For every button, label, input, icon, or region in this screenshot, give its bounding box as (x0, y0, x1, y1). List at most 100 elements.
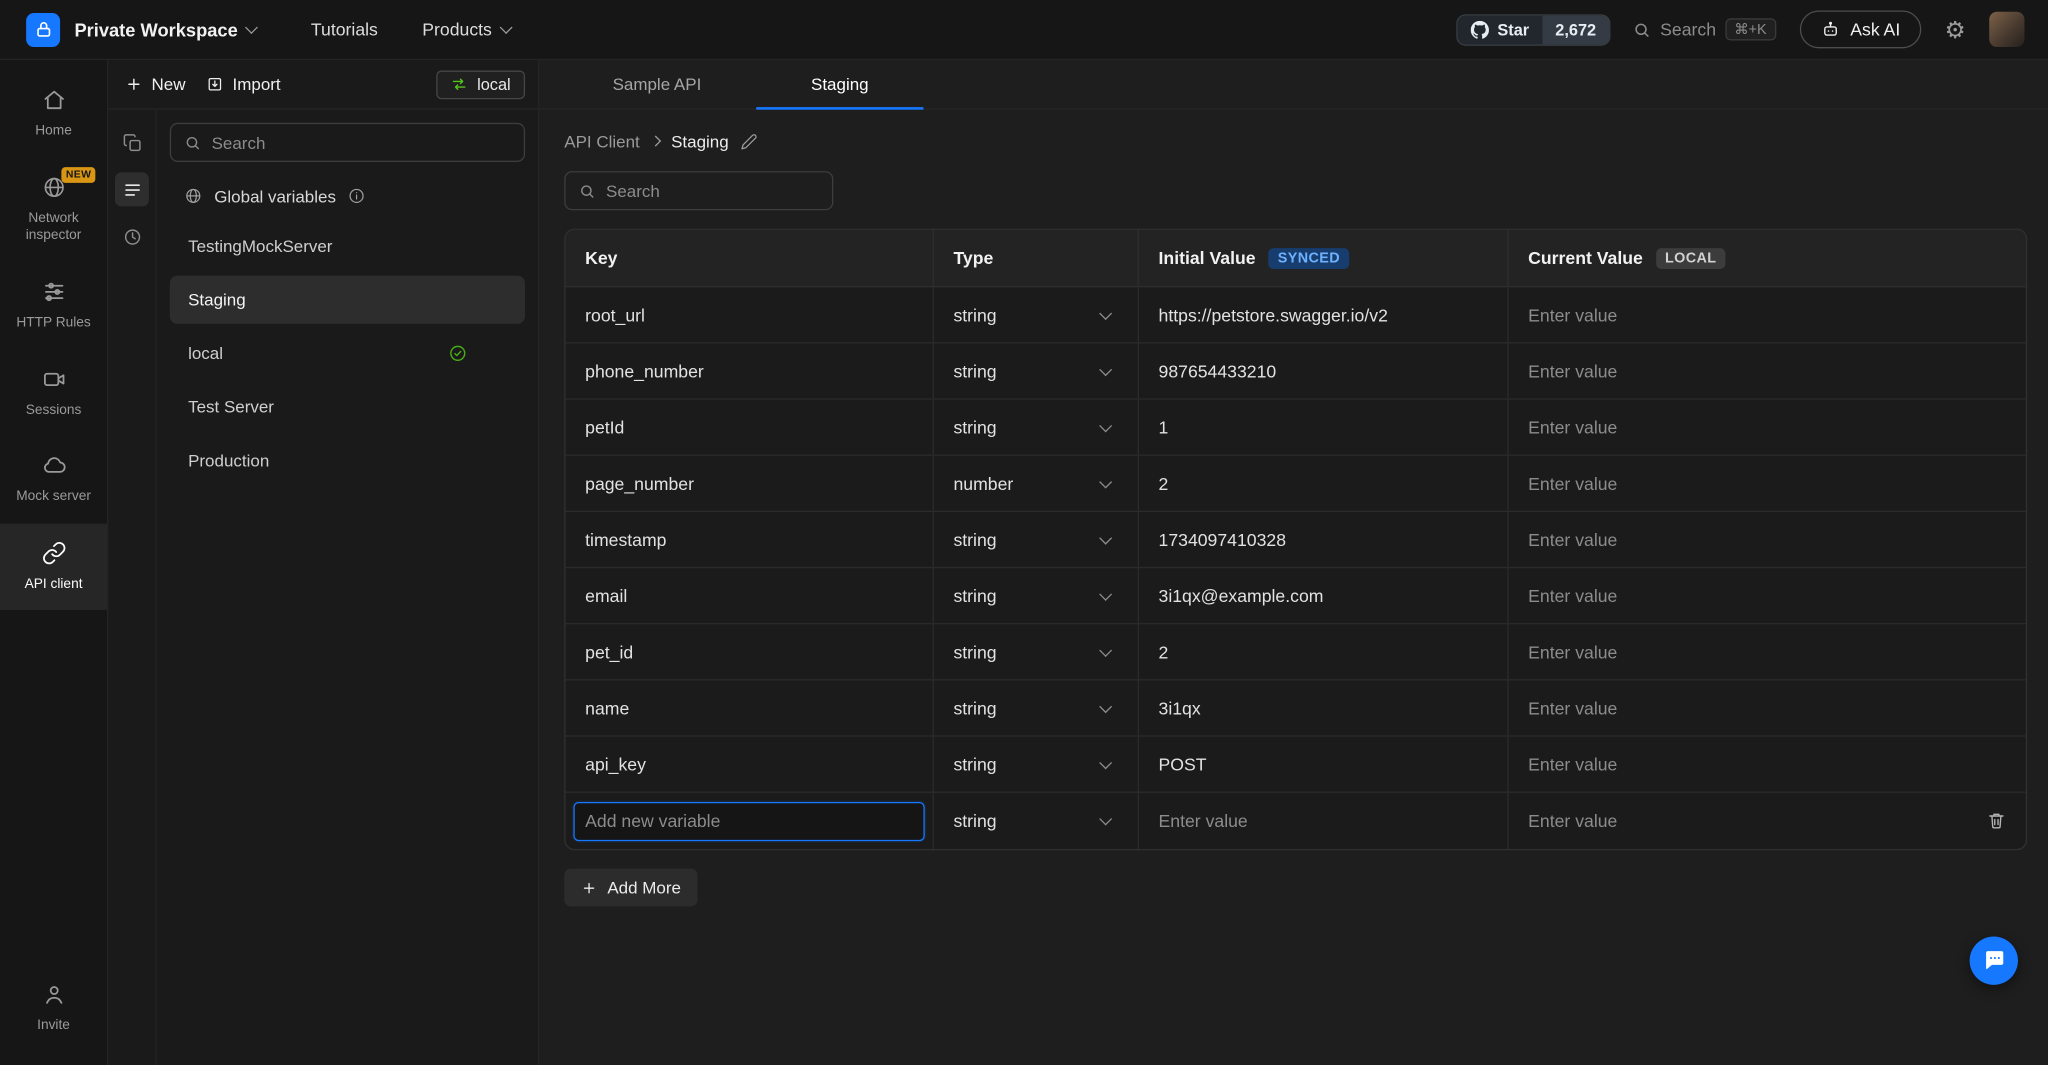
edit-pencil-icon[interactable] (740, 133, 757, 150)
chevron-down-icon (1099, 531, 1112, 544)
plus-icon (125, 76, 142, 93)
key-input[interactable] (585, 473, 913, 493)
sidebar-item-http-rules[interactable]: HTTP Rules (0, 262, 107, 349)
current-value-input[interactable] (1528, 811, 1971, 831)
type-dropdown[interactable]: string (934, 287, 1139, 342)
chevron-down-icon (499, 21, 512, 34)
new-badge: NEW (62, 167, 95, 183)
environments-tab-icon[interactable] (115, 172, 149, 206)
sidebar-item-label: HTTP Rules (16, 315, 90, 333)
tab-label: Staging (811, 74, 869, 94)
chevron-down-icon (1099, 587, 1112, 600)
initial-value-input[interactable] (1159, 642, 1488, 662)
history-tab-icon[interactable] (115, 219, 149, 253)
new-variable-key-input[interactable] (585, 811, 913, 831)
current-value-input[interactable] (1528, 530, 2006, 550)
initial-value-input[interactable] (1159, 361, 1488, 381)
info-icon (348, 187, 366, 205)
chevron-down-icon (1099, 700, 1112, 713)
ask-ai-button[interactable]: Ask AI (1799, 10, 1921, 48)
panel-search[interactable] (170, 123, 525, 162)
initial-value-input[interactable] (1159, 305, 1488, 325)
user-avatar[interactable] (1989, 12, 2024, 47)
global-search[interactable]: Search ⌘+K (1633, 18, 1776, 40)
environment-switcher-button[interactable]: local (437, 70, 525, 99)
initial-value-input[interactable] (1159, 417, 1488, 437)
global-variables-item[interactable]: Global variables (170, 172, 525, 219)
variables-search[interactable] (564, 171, 833, 210)
initial-value-input[interactable] (1159, 530, 1488, 550)
initial-value-input[interactable] (1159, 754, 1488, 774)
type-value: string (953, 642, 996, 662)
key-input[interactable] (585, 754, 913, 774)
current-value-input[interactable] (1528, 754, 2006, 774)
sidebar-item-sessions[interactable]: Sessions (0, 349, 107, 436)
type-dropdown[interactable]: string (934, 793, 1139, 849)
search-label: Search (1660, 20, 1716, 40)
collections-tab-icon[interactable] (115, 125, 149, 159)
panel-search-input[interactable] (212, 133, 511, 153)
variables-search-input[interactable] (606, 181, 819, 201)
type-dropdown[interactable]: string (934, 512, 1139, 567)
topbar: Private Workspace Tutorials Products Sta… (0, 0, 2048, 60)
workspace-selector[interactable]: Private Workspace (74, 19, 256, 40)
robot-icon (1820, 20, 1840, 40)
github-star-widget[interactable]: Star 2,672 (1458, 15, 1609, 44)
breadcrumb-parent[interactable]: API Client (564, 131, 640, 151)
sidebar-item-mock-server[interactable]: Mock server (0, 437, 107, 524)
initial-value-input[interactable] (1159, 811, 1488, 831)
app-logo[interactable] (26, 12, 60, 46)
initial-value-input[interactable] (1159, 698, 1488, 718)
sidebar-item-network-inspector[interactable]: NEW Network inspector (0, 158, 107, 263)
key-input[interactable] (585, 698, 913, 718)
key-input[interactable] (585, 530, 913, 550)
current-value-input[interactable] (1528, 642, 2006, 662)
environment-switcher-label: local (477, 75, 511, 93)
type-dropdown[interactable]: string (934, 737, 1139, 792)
current-value-input[interactable] (1528, 417, 2006, 437)
sidebar-item-label: Invite (37, 1017, 70, 1035)
type-dropdown[interactable]: number (934, 456, 1139, 511)
globe-icon (184, 187, 202, 205)
environment-item-local[interactable]: local (170, 329, 525, 377)
tab-staging[interactable]: Staging (756, 60, 923, 108)
key-input[interactable] (585, 417, 913, 437)
current-value-input[interactable] (1528, 361, 2006, 381)
current-value-input[interactable] (1528, 586, 2006, 606)
chat-support-button[interactable] (1970, 936, 2018, 984)
key-input[interactable] (585, 642, 913, 662)
environment-item-testingmockserver[interactable]: TestingMockServer (170, 222, 525, 270)
environment-item-test-server[interactable]: Test Server (170, 383, 525, 431)
environment-item-production[interactable]: Production (170, 436, 525, 484)
delete-row-icon[interactable] (1987, 811, 2007, 831)
sidebar-item-api-client[interactable]: API client (0, 524, 107, 611)
current-value-input[interactable] (1528, 305, 2006, 325)
topbar-right: Star 2,672 Search ⌘+K Ask AI ⚙ (1458, 10, 2024, 48)
current-value-input[interactable] (1528, 473, 2006, 493)
current-value-input[interactable] (1528, 698, 2006, 718)
environment-item-staging[interactable]: Staging (170, 276, 525, 324)
add-more-button[interactable]: Add More (564, 869, 698, 907)
type-dropdown[interactable]: string (934, 680, 1139, 735)
new-button[interactable]: New (125, 74, 185, 94)
import-button[interactable]: Import (206, 74, 280, 94)
initial-value-input[interactable] (1159, 473, 1488, 493)
settings-gear-icon[interactable]: ⚙ (1945, 18, 1966, 42)
type-dropdown[interactable]: string (934, 624, 1139, 679)
type-dropdown[interactable]: string (934, 568, 1139, 623)
key-input[interactable] (585, 586, 913, 606)
tab-sample-api[interactable]: Sample API (558, 60, 756, 108)
sidebar-item-home[interactable]: Home (0, 71, 107, 158)
type-dropdown[interactable]: string (934, 400, 1139, 455)
initial-value-input[interactable] (1159, 586, 1488, 606)
key-input[interactable] (585, 305, 913, 325)
nav-tutorials[interactable]: Tutorials (311, 20, 378, 40)
search-shortcut: ⌘+K (1725, 18, 1776, 40)
type-dropdown[interactable]: string (934, 344, 1139, 399)
nav-tutorials-label: Tutorials (311, 20, 378, 40)
nav-products[interactable]: Products (422, 20, 510, 40)
global-variables-label: Global variables (214, 186, 336, 206)
key-input[interactable] (585, 361, 913, 381)
sidebar-item-invite[interactable]: Invite (0, 965, 107, 1052)
table-row: string (566, 737, 2026, 793)
